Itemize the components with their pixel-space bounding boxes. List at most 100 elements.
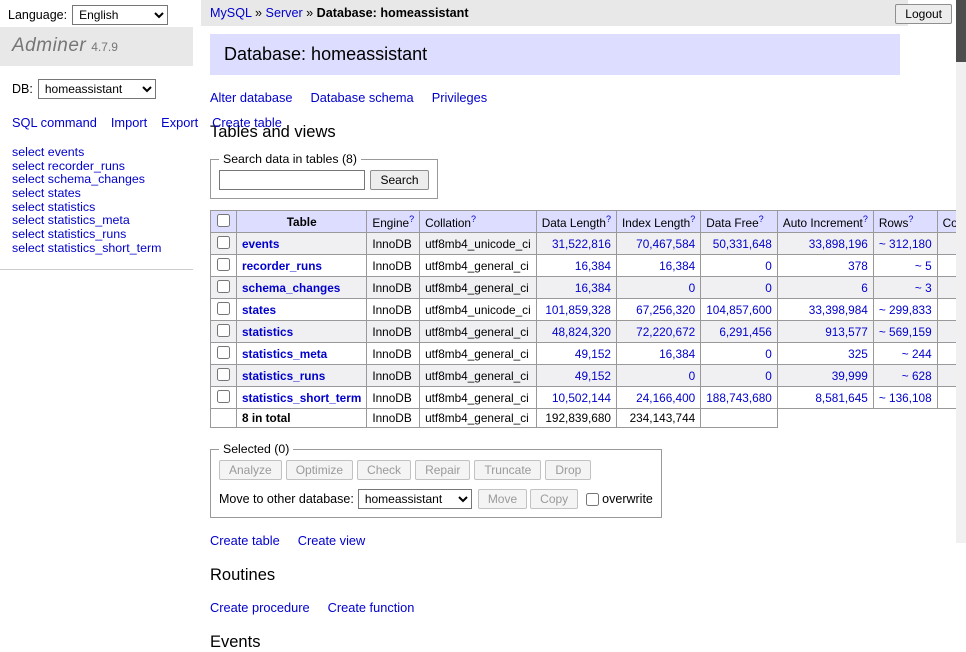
sidebar-link-create-table[interactable]: Create table xyxy=(212,115,282,130)
row-checkbox-statistics-short-term[interactable] xyxy=(217,390,230,403)
db-action-alter-database[interactable]: Alter database xyxy=(210,90,293,105)
optimize-button[interactable]: Optimize xyxy=(286,460,353,480)
rows-link-statistics[interactable]: ~ 569,159 xyxy=(879,325,932,339)
row-checkbox-events[interactable] xyxy=(217,236,230,249)
engine-cell: InnoDB xyxy=(367,277,420,299)
row-checkbox-recorder-runs[interactable] xyxy=(217,258,230,271)
tables-header-row: TableEngine?Collation?Data Length?Index … xyxy=(211,211,966,233)
page-title: Database: homeassistant xyxy=(210,34,900,75)
rows-link-statistics-meta[interactable]: ~ 244 xyxy=(902,347,932,361)
search-input[interactable] xyxy=(219,170,365,190)
auto-increment-cell: 39,999 xyxy=(777,365,873,387)
selected-legend: Selected (0) xyxy=(219,442,293,456)
collation-cell: utf8mb4_general_ci xyxy=(420,277,537,299)
help-icon[interactable]: ? xyxy=(690,214,695,224)
copy-button[interactable]: Copy xyxy=(530,489,578,509)
data-length-cell: 48,824,320 xyxy=(536,321,616,343)
overwrite-checkbox[interactable] xyxy=(586,493,599,506)
sidebar-link-import[interactable]: Import xyxy=(111,115,147,130)
tables-footer-link-create-view[interactable]: Create view xyxy=(298,533,366,548)
routines-link-create-procedure[interactable]: Create procedure xyxy=(210,600,310,615)
table-link-statistics-runs[interactable]: statistics_runs xyxy=(242,369,325,383)
row-select-cell xyxy=(211,387,237,409)
data-free-cell: 0 xyxy=(701,365,778,387)
index-length-cell: 67,256,320 xyxy=(616,299,700,321)
table-name-cell: recorder_runs xyxy=(237,255,367,277)
sidebar-table-link-select-statistics-short-term[interactable]: select statistics_short_term xyxy=(12,242,181,255)
breadcrumb-link-server[interactable]: Server xyxy=(266,6,303,20)
sidebar-table-link-select-recorder-runs[interactable]: select recorder_runs xyxy=(12,160,181,173)
table-name-cell: events xyxy=(237,233,367,255)
analyze-button[interactable]: Analyze xyxy=(219,460,282,480)
sidebar-table-link-select-states[interactable]: select states xyxy=(12,187,181,200)
db-select[interactable]: homeassistant xyxy=(38,79,156,99)
row-checkbox-states[interactable] xyxy=(217,302,230,315)
rows-link-events[interactable]: ~ 312,180 xyxy=(879,237,932,251)
rows-link-recorder-runs[interactable]: ~ 5 xyxy=(915,259,932,273)
rows-link-statistics-runs[interactable]: ~ 628 xyxy=(902,369,932,383)
index-length-cell: 0 xyxy=(616,277,700,299)
rows-cell: ~ 136,108 xyxy=(873,387,937,409)
sidebar-link-sql-command[interactable]: SQL command xyxy=(12,115,97,130)
truncate-button[interactable]: Truncate xyxy=(474,460,541,480)
row-checkbox-schema-changes[interactable] xyxy=(217,280,230,293)
engine-cell: InnoDB xyxy=(367,255,420,277)
scrollbar-track[interactable] xyxy=(956,0,966,543)
rows-link-statistics-short-term[interactable]: ~ 136,108 xyxy=(879,391,932,405)
rows-cell: ~ 3 xyxy=(873,277,937,299)
drop-button[interactable]: Drop xyxy=(545,460,591,480)
help-icon[interactable]: ? xyxy=(471,214,476,224)
help-icon[interactable]: ? xyxy=(409,214,414,224)
table-row-states: statesInnoDButf8mb4_unicode_ci101,859,32… xyxy=(211,299,966,321)
row-select-cell xyxy=(211,343,237,365)
index-length-cell: 16,384 xyxy=(616,255,700,277)
row-checkbox-statistics[interactable] xyxy=(217,324,230,337)
rows-link-states[interactable]: ~ 299,833 xyxy=(879,303,932,317)
logout-button[interactable]: Logout xyxy=(895,4,952,24)
help-icon[interactable]: ? xyxy=(606,214,611,224)
help-icon[interactable]: ? xyxy=(908,214,913,224)
index-length-cell: 16,384 xyxy=(616,343,700,365)
table-row-statistics-meta: statistics_metaInnoDButf8mb4_general_ci4… xyxy=(211,343,966,365)
total-label-cell: 8 in total xyxy=(237,409,367,428)
language-select[interactable]: English xyxy=(72,5,168,25)
move-db-select[interactable]: homeassistant xyxy=(358,489,472,509)
select-all-cell xyxy=(211,211,237,233)
db-action-database-schema[interactable]: Database schema xyxy=(311,90,414,105)
db-action-privileges[interactable]: Privileges xyxy=(432,90,487,105)
table-link-schema-changes[interactable]: schema_changes xyxy=(242,281,340,295)
row-checkbox-statistics-meta[interactable] xyxy=(217,346,230,359)
collation-cell: utf8mb4_general_ci xyxy=(420,321,537,343)
table-link-statistics[interactable]: statistics xyxy=(242,325,293,339)
table-link-events[interactable]: events xyxy=(242,237,279,251)
total-engine-cell: InnoDB xyxy=(367,409,420,428)
routines-link-create-function[interactable]: Create function xyxy=(328,600,415,615)
tables-footer-link-create-table[interactable]: Create table xyxy=(210,533,280,548)
move-button[interactable]: Move xyxy=(478,489,527,509)
data-free-cell: 0 xyxy=(701,255,778,277)
check-button[interactable]: Check xyxy=(357,460,411,480)
row-checkbox-statistics-runs[interactable] xyxy=(217,368,230,381)
sidebar-table-link-select-statistics[interactable]: select statistics xyxy=(12,201,181,214)
collation-cell: utf8mb4_general_ci xyxy=(420,387,537,409)
help-icon[interactable]: ? xyxy=(863,214,868,224)
table-link-statistics-meta[interactable]: statistics_meta xyxy=(242,347,327,361)
row-select-cell xyxy=(211,233,237,255)
select-all-checkbox[interactable] xyxy=(217,214,230,227)
sidebar-table-link-select-statistics-meta[interactable]: select statistics_meta xyxy=(12,214,181,227)
total-check-cell xyxy=(211,409,237,428)
table-link-recorder-runs[interactable]: recorder_runs xyxy=(242,259,322,273)
sidebar-table-link-select-schema-changes[interactable]: select schema_changes xyxy=(12,173,181,186)
breadcrumb-link-mysql[interactable]: MySQL xyxy=(210,6,252,20)
search-button[interactable]: Search xyxy=(370,170,428,190)
sidebar-link-export[interactable]: Export xyxy=(161,115,198,130)
rows-link-schema-changes[interactable]: ~ 3 xyxy=(915,281,932,295)
breadcrumb: MySQL » Server » Database: homeassistant xyxy=(201,0,908,26)
help-icon[interactable]: ? xyxy=(759,214,764,224)
repair-button[interactable]: Repair xyxy=(415,460,470,480)
sidebar-table-link-select-statistics-runs[interactable]: select statistics_runs xyxy=(12,228,181,241)
sidebar-table-link-select-events[interactable]: select events xyxy=(12,146,181,159)
scrollbar-thumb[interactable] xyxy=(956,0,966,62)
table-link-statistics-short-term[interactable]: statistics_short_term xyxy=(242,391,361,405)
table-link-states[interactable]: states xyxy=(242,303,276,317)
